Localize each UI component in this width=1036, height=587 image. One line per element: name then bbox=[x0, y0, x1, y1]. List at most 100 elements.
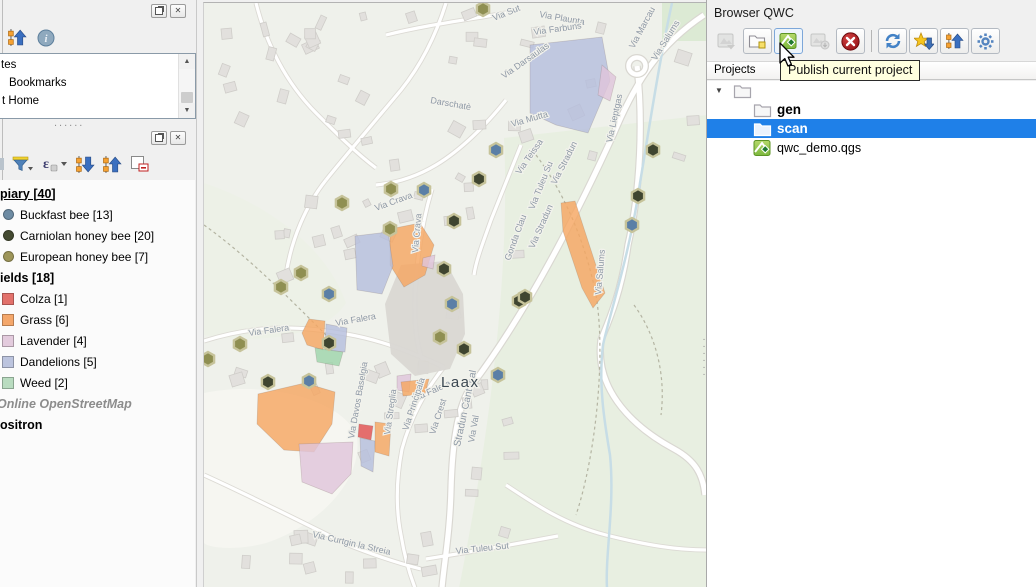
map-canvas[interactable]: Via PlauntaVia SutVia FarbunsVia SalumsV… bbox=[203, 2, 707, 587]
apiary-hexagon bbox=[303, 374, 315, 388]
new-folder-button[interactable] bbox=[743, 28, 772, 54]
tree-row-label: gen bbox=[777, 102, 801, 117]
layer-item[interactable]: Colza [1] bbox=[0, 288, 195, 309]
folder-icon bbox=[753, 121, 772, 137]
filter-expression-icon[interactable]: ε bbox=[42, 155, 68, 173]
map-dock-splitter[interactable]: ······ bbox=[701, 336, 707, 378]
layer-group[interactable]: piary [40] bbox=[0, 183, 195, 204]
layer-label: European honey bee [7] bbox=[20, 250, 148, 264]
folder-icon bbox=[753, 102, 772, 118]
browser-panel-toolbar: i bbox=[8, 28, 55, 47]
panel-splitter[interactable]: ...... bbox=[54, 121, 84, 125]
browser-list-scrollbar[interactable]: ▲ ▼ bbox=[178, 54, 195, 118]
layer-item[interactable]: Lavender [4] bbox=[0, 330, 195, 351]
apiary-hexagon bbox=[438, 262, 450, 276]
qwc-toolbar bbox=[712, 28, 1000, 54]
legend-swatch bbox=[3, 230, 14, 241]
layer-item[interactable]: Buckfast bee [13] bbox=[0, 204, 195, 225]
apiary-hexagon bbox=[323, 287, 335, 301]
float-panel-button[interactable] bbox=[151, 131, 167, 145]
refresh-button[interactable] bbox=[878, 28, 907, 54]
legend-swatch bbox=[2, 377, 14, 389]
map-themes-icon[interactable] bbox=[0, 155, 4, 173]
layer-item[interactable]: Carniolan honey bee [20] bbox=[0, 225, 195, 246]
browser-list[interactable]: tesBookmarkst Home ▲ ▼ bbox=[0, 53, 196, 119]
layer-tree[interactable]: piary [40]Buckfast bee [13] Carniolan hon… bbox=[0, 180, 195, 587]
apiary-hexagon bbox=[262, 375, 274, 389]
layer-label: Lavender [4] bbox=[20, 334, 87, 348]
tree-row-root[interactable]: ▼ bbox=[707, 81, 1036, 100]
apiary-hexagon bbox=[632, 189, 644, 203]
layer-label: ields [18] bbox=[0, 271, 54, 285]
browser-panel-titlebar-buttons: ✕ bbox=[151, 4, 186, 18]
apiary-hexagon bbox=[626, 218, 638, 232]
browser-item[interactable]: tes bbox=[0, 56, 195, 74]
layer-item[interactable]: Grass [6] bbox=[0, 309, 195, 330]
scrollbar-thumb[interactable] bbox=[181, 92, 193, 103]
layer-label: ositron bbox=[0, 418, 42, 432]
layer-group[interactable]: ositron bbox=[0, 414, 195, 435]
qgis-project-icon bbox=[753, 139, 772, 157]
legend-swatch bbox=[2, 293, 14, 305]
apiary-hexagon bbox=[323, 336, 335, 350]
layer-label: Carniolan honey bee [20] bbox=[20, 229, 154, 243]
apiary-hexagon bbox=[384, 222, 396, 236]
legend-swatch bbox=[3, 209, 14, 220]
tree-row-label: qwc_demo.qgs bbox=[777, 141, 861, 155]
close-panel-button[interactable]: ✕ bbox=[170, 131, 186, 145]
legend-swatch bbox=[2, 314, 14, 326]
field-dandelions bbox=[360, 438, 375, 472]
legend-swatch bbox=[2, 335, 14, 347]
filter-legend-icon[interactable] bbox=[12, 155, 34, 173]
browser-item[interactable]: t Home bbox=[0, 92, 195, 110]
refresh-icon bbox=[883, 31, 903, 51]
collapse-all-icon bbox=[946, 32, 964, 50]
apiary-hexagon bbox=[446, 297, 458, 311]
collapse-all-button[interactable] bbox=[940, 28, 969, 54]
settings-button[interactable] bbox=[971, 28, 1000, 54]
layer-item[interactable]: Weed [2] bbox=[0, 372, 195, 393]
expander-icon[interactable]: ▼ bbox=[715, 86, 725, 95]
tree-row-scan[interactable]: scan bbox=[707, 119, 1036, 138]
apiary-hexagon bbox=[418, 183, 430, 197]
layer-group[interactable]: ields [18] bbox=[0, 267, 195, 288]
apiary-hexagon bbox=[448, 214, 460, 228]
gray-area bbox=[385, 261, 465, 376]
star-action-button[interactable] bbox=[909, 28, 938, 54]
apiary-hexagon bbox=[234, 337, 246, 351]
apiary-hexagon bbox=[385, 182, 397, 196]
collapse-all-icon[interactable] bbox=[103, 155, 122, 174]
apiary-hexagon bbox=[275, 280, 287, 294]
panel-title: Browser QWC bbox=[714, 6, 794, 20]
apiary-hexagon bbox=[336, 196, 348, 210]
collapse-all-icon[interactable] bbox=[8, 28, 27, 47]
apiary-hexagon bbox=[458, 342, 470, 356]
projects-tree[interactable]: ▼ gen scan qwc_demo.qgs bbox=[707, 81, 1036, 587]
scroll-up-icon[interactable]: ▲ bbox=[179, 54, 195, 69]
map-file-badge-icon bbox=[810, 32, 830, 50]
apiary-hexagon bbox=[519, 290, 531, 304]
tree-row-gen[interactable]: gen bbox=[707, 100, 1036, 119]
apiary-hexagon bbox=[204, 352, 214, 366]
expand-all-icon[interactable] bbox=[76, 155, 95, 174]
float-panel-button[interactable] bbox=[151, 4, 167, 18]
map-svg: Via PlauntaVia SutVia FarbunsVia SalumsV… bbox=[204, 3, 707, 587]
legend-swatch bbox=[2, 356, 14, 368]
remove-layer-icon[interactable] bbox=[130, 155, 150, 173]
field-colza bbox=[358, 424, 373, 440]
layers-panel-titlebar-buttons: ✕ bbox=[151, 131, 186, 145]
layer-item[interactable]: European honey bee [7] bbox=[0, 246, 195, 267]
layer-label: Weed [2] bbox=[20, 376, 68, 390]
delete-project-button[interactable] bbox=[836, 28, 865, 54]
browser-item[interactable]: Bookmarks bbox=[0, 74, 195, 92]
place-label: Laax bbox=[441, 374, 480, 391]
unpublish-project-button bbox=[805, 28, 834, 54]
scroll-down-icon[interactable]: ▼ bbox=[179, 103, 195, 118]
apiary-hexagon bbox=[477, 3, 489, 16]
close-panel-button[interactable]: ✕ bbox=[170, 4, 186, 18]
info-icon[interactable]: i bbox=[37, 29, 55, 47]
tree-row-qwc_demo.qgs[interactable]: qwc_demo.qgs bbox=[707, 138, 1036, 157]
layer-group[interactable]: Online OpenStreetMap bbox=[0, 393, 195, 414]
layer-label: Online OpenStreetMap bbox=[0, 397, 132, 411]
layer-item[interactable]: Dandelions [5] bbox=[0, 351, 195, 372]
